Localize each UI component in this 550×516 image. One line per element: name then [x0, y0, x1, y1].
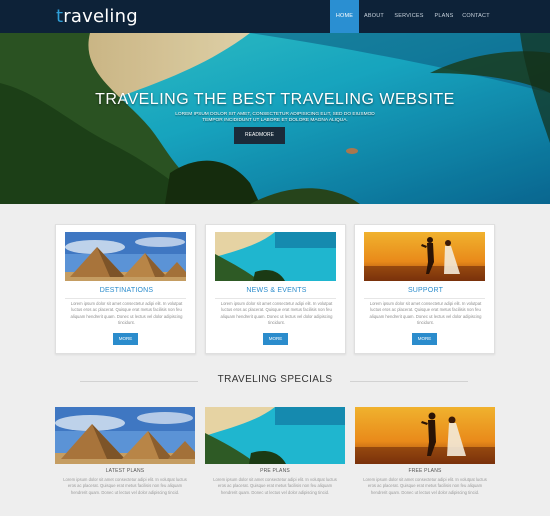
menu-item-contact[interactable]: CONTACT	[459, 0, 493, 33]
card-title: DESTINATIONS	[99, 287, 154, 294]
card-divider	[65, 298, 186, 299]
hero-subtitle-line2: TEMPOR INCIDIDUNT UT LABORE ET DOLORE MA…	[202, 118, 348, 123]
lagoon-image	[205, 407, 345, 464]
specials-title: TRAVELING SPECIALS	[217, 374, 333, 385]
card-title: NEWS & EVENTS	[246, 287, 307, 294]
specials-divider-right	[350, 381, 468, 382]
menu-item-home[interactable]: HOME	[330, 0, 359, 33]
special-title: LATEST PLANS	[105, 468, 145, 474]
logo-text: raveling	[63, 6, 138, 27]
special-text: Lorem ipsum dolor sit amet consectetur a…	[63, 477, 187, 495]
card-title: SUPPORT	[407, 287, 444, 294]
more-button[interactable]: MORE	[113, 333, 138, 345]
card-divider	[215, 298, 336, 299]
menu-item-about[interactable]: ABOUT	[359, 0, 389, 33]
special-title: PRE PLANS	[260, 468, 290, 474]
special-latest-plans: LATEST PLANS Lorem ipsum dolor sit amet …	[55, 407, 195, 496]
card-divider	[364, 298, 485, 299]
top-navbar: traveling HOME ABOUT SERVICES PLANS CONT…	[0, 0, 550, 33]
special-text: Lorem ipsum dolor sit amet consectetur a…	[363, 477, 487, 495]
card-text: Lorem ipsum dolor sit amet consectetur a…	[369, 301, 482, 325]
card-destinations: DESTINATIONS Lorem ipsum dolor sit amet …	[55, 224, 196, 354]
card-support: SUPPORT Lorem ipsum dolor sit amet conse…	[354, 224, 495, 354]
special-free-plans: FREE PLANS Lorem ipsum dolor sit amet co…	[355, 407, 495, 496]
hero-title: TRAVELING THE BEST TRAVELING WEBSITE	[95, 91, 455, 108]
menu-item-plans[interactable]: PLANS	[429, 0, 459, 33]
readmore-button[interactable]: READMORE	[234, 127, 285, 144]
card-text: Lorem ipsum dolor sit amet consectetur a…	[70, 301, 183, 325]
main-menu: HOME ABOUT SERVICES PLANS CONTACT	[330, 0, 493, 33]
special-title: FREE PLANS	[408, 468, 442, 474]
sunset-couple-image	[355, 407, 495, 464]
special-text: Lorem ipsum dolor sit amet consectetur a…	[213, 477, 337, 495]
pyramids-image	[55, 407, 195, 464]
more-button[interactable]: MORE	[412, 333, 437, 345]
pyramids-image	[65, 232, 186, 281]
special-pre-plans: PRE PLANS Lorem ipsum dolor sit amet con…	[205, 407, 345, 496]
hero-subtitle: LOREM IPSUM DOLOR SIT AMET, CONSECTETUR …	[150, 112, 400, 124]
lagoon-image	[215, 232, 336, 281]
more-button[interactable]: MORE	[263, 333, 288, 345]
card-news-events: NEWS & EVENTS Lorem ipsum dolor sit amet…	[205, 224, 346, 354]
site-logo[interactable]: traveling	[56, 6, 138, 27]
feature-cards: DESTINATIONS Lorem ipsum dolor sit amet …	[55, 224, 496, 354]
sunset-couple-image	[364, 232, 485, 281]
hero-banner: TRAVELING THE BEST TRAVELING WEBSITE LOR…	[0, 33, 550, 204]
menu-item-services[interactable]: SERVICES	[389, 0, 429, 33]
card-text: Lorem ipsum dolor sit amet consectetur a…	[220, 301, 333, 325]
